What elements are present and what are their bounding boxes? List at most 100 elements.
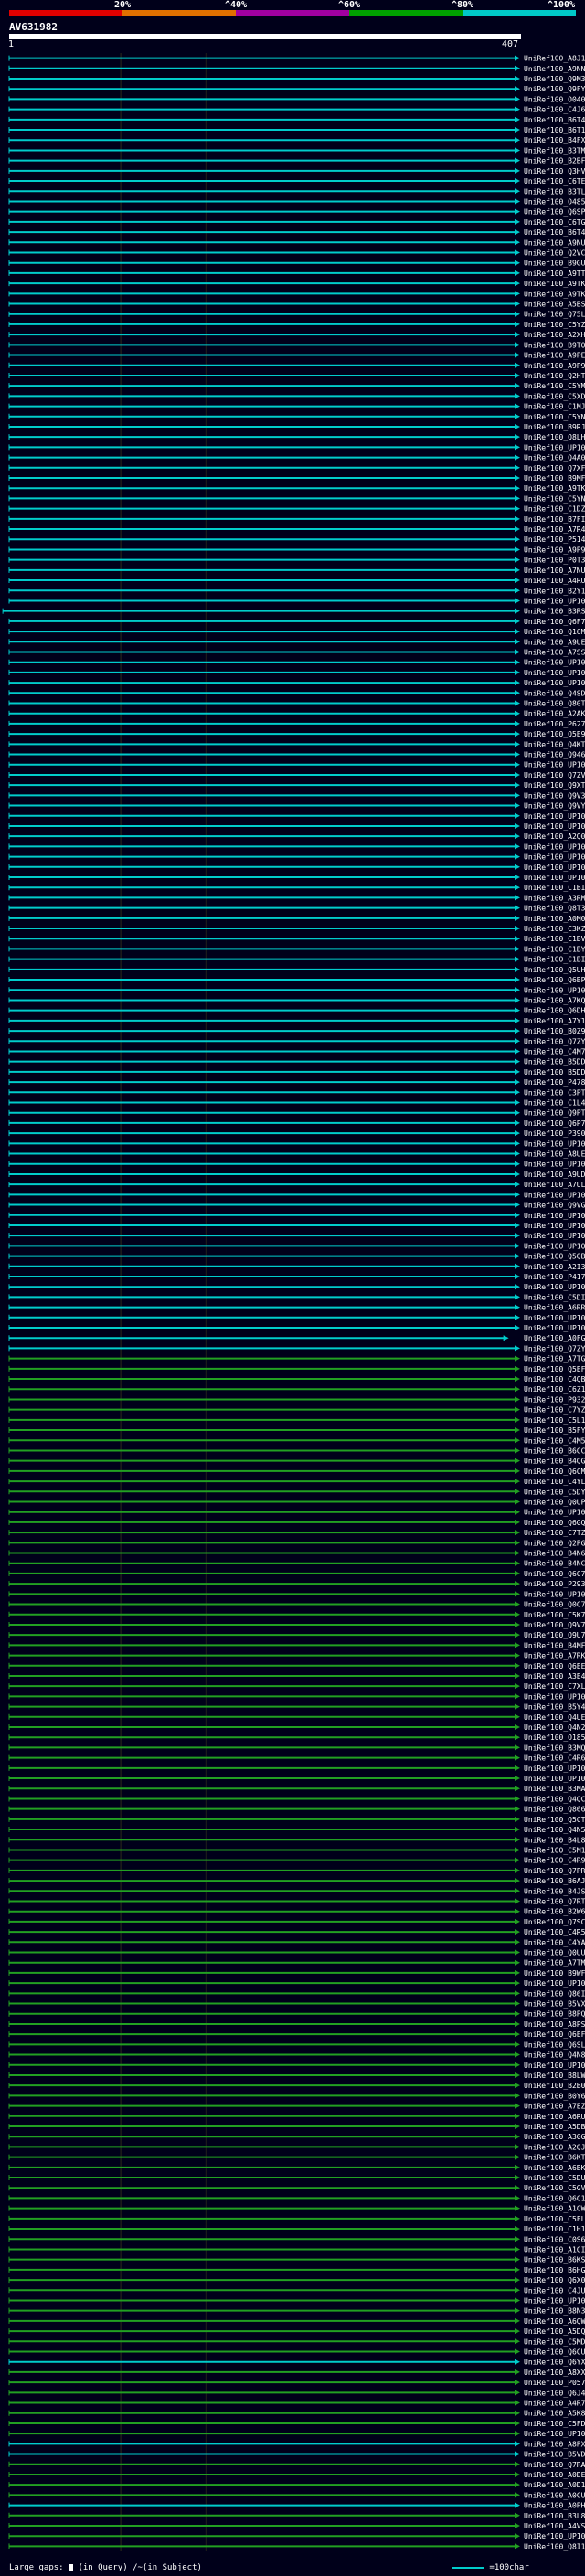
hit-row: UniRef100_Q7RAV2 [8, 2461, 585, 2469]
hit-row: UniRef100_UP1000... [8, 1222, 585, 1230]
hit-row: UniRef100_O04014 [8, 95, 585, 103]
hit-label: UniRef100_UP1000... [524, 443, 585, 451]
hit-row: UniRef100_B6CCL8 [8, 1447, 585, 1455]
hit-row: UniRef100_A7NUV2 [8, 567, 585, 575]
hit-label: UniRef100_Q7SC99 [524, 1918, 585, 1926]
hit-end-arrow-icon [515, 76, 520, 82]
hit-row: UniRef100_B4QGQ9 [8, 1458, 585, 1466]
hit-end-arrow-icon [515, 1416, 520, 1423]
hit-row: UniRef100_Q2VCJ5 [8, 249, 585, 257]
hit-label: UniRef100_UP1000... [524, 986, 585, 994]
hit-row: UniRef100_C4R9B9 [8, 1857, 585, 1865]
hit-row: UniRef100_Q8I1Q9 [8, 2542, 585, 2550]
hit-row: UniRef100_B6T4E7 [8, 116, 585, 124]
hit-row: UniRef100_C1BYL3 [8, 945, 585, 953]
hit-label: UniRef100_Q4SDJ7 [524, 689, 585, 697]
hit-label: UniRef100_Q5CT64 [524, 1816, 585, 1824]
hit-row: UniRef100_Q6P7K2 [8, 1119, 585, 1128]
hit-label: UniRef100_B9WFI9 [524, 1969, 585, 1977]
hit-end-arrow-icon [515, 1212, 520, 1218]
hit-end-arrow-icon [515, 2390, 520, 2396]
hit-label: UniRef100_B6T4E7 [524, 116, 585, 124]
hit-label: UniRef100_A4R7J1 [524, 2400, 585, 2408]
hit-row: UniRef100_Q2HTS1 [8, 372, 585, 380]
hit-label: UniRef100_A6BK58 [524, 2164, 585, 2172]
hit-end-arrow-icon [515, 885, 520, 891]
hit-end-arrow-icon [515, 1847, 520, 1853]
hit-end-arrow-icon [515, 710, 520, 716]
hit-row: UniRef100_A4R7J1 [8, 2400, 585, 2408]
hit-end-arrow-icon [515, 2072, 520, 2078]
hit-row: UniRef100_UP1000... [8, 1232, 585, 1240]
hit-row: UniRef100_C6Z1U0 [8, 1385, 585, 1394]
hit-end-arrow-icon [515, 1632, 520, 1638]
hit-end-arrow-icon [515, 1990, 520, 1997]
hit-row: UniRef100_A3GGD3 [8, 2133, 585, 2141]
hit-end-arrow-icon [515, 1550, 520, 1556]
hit-end-arrow-icon [515, 1816, 520, 1822]
hit-row: UniRef100_Q4N503 [8, 1826, 585, 1834]
hit-end-arrow-icon [515, 2359, 520, 2365]
hit-row: UniRef100_A2Q0S1 [8, 832, 585, 841]
hit-row: UniRef100_Q6GQY7 [8, 1519, 585, 1527]
hit-end-arrow-icon [515, 1140, 520, 1147]
hit-row: UniRef100_C5K729 [8, 1611, 585, 1619]
hit-row: UniRef100_P29327 [8, 1580, 585, 1588]
hit-label: UniRef100_Q9V762 [524, 1621, 585, 1629]
hit-end-arrow-icon [515, 1048, 520, 1055]
hit-row: UniRef100_UP1000... [8, 1140, 585, 1148]
hit-row: UniRef100_C1L4I2 [8, 1099, 585, 1108]
hit-label: UniRef100_UP1000... [524, 1324, 585, 1332]
hit-row: UniRef100_B5DDY8 [8, 1068, 585, 1076]
large-gaps-label: Large gaps: [9, 2563, 64, 2572]
hit-label: UniRef100_P05752 [524, 2379, 585, 2387]
hit-end-arrow-icon [515, 1171, 520, 1177]
hit-row: UniRef100_C5MDB6 [8, 2337, 585, 2346]
hit-row: UniRef100_UP1000... [8, 1775, 585, 1783]
hit-row: UniRef100_Q4SDJ7 [8, 689, 585, 697]
hit-end-arrow-icon [515, 1099, 520, 1106]
hit-end-arrow-icon [515, 2103, 520, 2109]
hit-label: UniRef100_Q4UEJ3 [524, 1713, 585, 1722]
hit-label: UniRef100_Q5UHN8 [524, 966, 585, 974]
hit-label: UniRef100_A6QWH9 [524, 2317, 585, 2326]
hit-end-arrow-icon [515, 802, 520, 809]
hit-end-arrow-icon [515, 2441, 520, 2447]
hit-label: UniRef100_Q7ZY98 [524, 1344, 585, 1352]
hit-end-arrow-icon [515, 2154, 520, 2160]
hit-row: UniRef100_UP1000... [8, 812, 585, 821]
hit-row: UniRef100_Q6YX14 [8, 2359, 585, 2367]
hit-label: UniRef100_A0FG45 [524, 1334, 585, 1342]
hit-end-arrow-icon [515, 2010, 520, 2017]
hit-row: UniRef100_P39017 [8, 1129, 585, 1138]
hit-label: UniRef100_Q6C7Q0 [524, 1570, 585, 1578]
hit-label: UniRef100_Q8LH97 [524, 433, 585, 441]
hit-row: UniRef100_UP1000... [8, 1324, 585, 1332]
large-gaps-legend: Large gaps: (in Query) /~(in Subject) [9, 2563, 202, 2572]
hit-end-arrow-icon [515, 1406, 520, 1413]
hit-end-arrow-icon [515, 2492, 520, 2498]
hit-row: UniRef100_B4JSE7 [8, 1887, 585, 1895]
hit-end-arrow-icon [515, 413, 520, 419]
hit-end-arrow-icon [515, 905, 520, 911]
hit-row: UniRef100_Q7SC99 [8, 1918, 585, 1926]
hit-label: UniRef100_C5FDL7 [524, 2420, 585, 2428]
hit-end-arrow-icon [515, 2226, 520, 2232]
hit-row: UniRef100_C5FDL7 [8, 2420, 585, 2428]
hit-row: UniRef100_UP1000... [8, 1692, 585, 1701]
hit-row: UniRef100_B7FIJ8 [8, 515, 585, 524]
hit-label: UniRef100_B4FXT7 [524, 136, 585, 144]
hit-label: UniRef100_Q7ZYU0 [524, 1037, 585, 1045]
hit-end-arrow-icon [515, 1182, 520, 1188]
hit-label: UniRef100_Q2PGM1 [524, 1539, 585, 1547]
hit-label: UniRef100_Q8T3I7 [524, 905, 585, 913]
hit-label: UniRef100_Q6SPX3 [524, 208, 585, 217]
hit-label: UniRef100_C4R5V4 [524, 1928, 585, 1936]
hit-label: UniRef100_A5K858 [524, 2410, 585, 2418]
hit-end-arrow-icon [515, 167, 520, 174]
hit-row: UniRef100_UP1000... [8, 874, 585, 882]
hit-end-arrow-icon [515, 608, 520, 614]
hit-end-arrow-icon [515, 137, 520, 143]
hit-row: UniRef100_Q7ZYU0 [8, 1037, 585, 1045]
hit-label: UniRef100_A1CWN9 [524, 2205, 585, 2213]
